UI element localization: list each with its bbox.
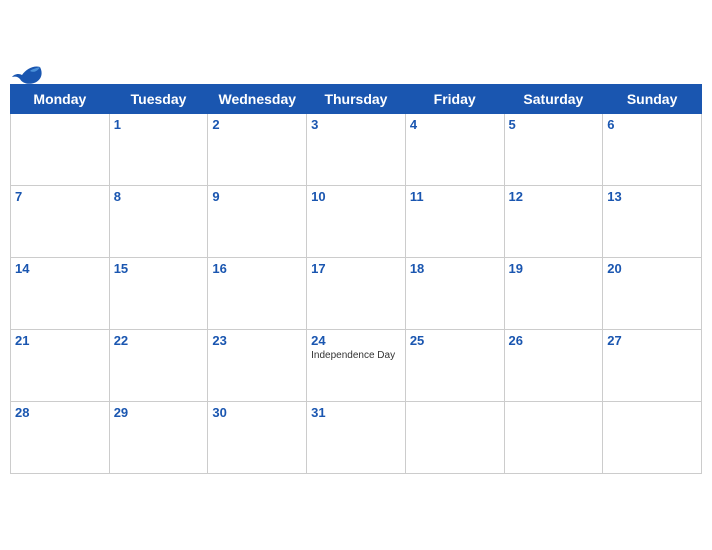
day-number: 6 [607, 117, 697, 132]
day-number: 11 [410, 189, 500, 204]
calendar-cell: 1 [109, 114, 208, 186]
week-row-2: 789 10 11 12 13 [11, 186, 702, 258]
week-row-4: 21 22 23 24 Independence Day 25 26 27 [11, 330, 702, 402]
calendar-cell: 25 [405, 330, 504, 402]
calendar-cell: 31 [307, 402, 406, 474]
day-header-monday: Monday [11, 85, 110, 114]
calendar-cell: 26 [504, 330, 603, 402]
day-header-wednesday: Wednesday [208, 85, 307, 114]
calendar-cell: 24 Independence Day [307, 330, 406, 402]
calendar-cell: 5 [504, 114, 603, 186]
calendar-cell [504, 402, 603, 474]
calendar-cell: 22 [109, 330, 208, 402]
calendar-cell: 11 [405, 186, 504, 258]
day-number: 2 [212, 117, 302, 132]
day-number: 5 [509, 117, 599, 132]
calendar-cell: 12 [504, 186, 603, 258]
calendar-cell [405, 402, 504, 474]
calendar-cell: 4 [405, 114, 504, 186]
calendar-cell: 19 [504, 258, 603, 330]
calendar-cell: 10 [307, 186, 406, 258]
day-header-tuesday: Tuesday [109, 85, 208, 114]
day-number: 19 [509, 261, 599, 276]
day-header-sunday: Sunday [603, 85, 702, 114]
calendar-cell: 23 [208, 330, 307, 402]
day-header-friday: Friday [405, 85, 504, 114]
calendar-cell: 15 [109, 258, 208, 330]
holiday-label: Independence Day [311, 350, 401, 361]
day-number: 18 [410, 261, 500, 276]
days-header-row: MondayTuesdayWednesdayThursdayFridaySatu… [11, 85, 702, 114]
day-number: 31 [311, 405, 401, 420]
day-number: 16 [212, 261, 302, 276]
calendar-cell: 2 [208, 114, 307, 186]
week-row-5: 28 29 30 31 [11, 402, 702, 474]
day-number: 23 [212, 333, 302, 348]
calendar-cell: 18 [405, 258, 504, 330]
calendar-cell: 9 [208, 186, 307, 258]
calendar-table: MondayTuesdayWednesdayThursdayFridaySatu… [10, 84, 702, 474]
day-number: 9 [212, 189, 302, 204]
day-number: 29 [114, 405, 204, 420]
calendar-cell: 14 [11, 258, 110, 330]
calendar-cell: 20 [603, 258, 702, 330]
logo-area [10, 65, 44, 87]
calendar-cell: 7 [11, 186, 110, 258]
day-number: 20 [607, 261, 697, 276]
week-row-3: 14 15 16 17 18 19 20 [11, 258, 702, 330]
calendar-cell: 3 [307, 114, 406, 186]
day-number: 26 [509, 333, 599, 348]
day-header-thursday: Thursday [307, 85, 406, 114]
day-number: 21 [15, 333, 105, 348]
day-number: 27 [607, 333, 697, 348]
day-number: 1 [114, 117, 204, 132]
calendar-cell: 30 [208, 402, 307, 474]
day-number: 3 [311, 117, 401, 132]
calendar-cell [11, 114, 110, 186]
day-header-saturday: Saturday [504, 85, 603, 114]
calendar-cell: 6 [603, 114, 702, 186]
day-number: 14 [15, 261, 105, 276]
day-number: 22 [114, 333, 204, 348]
calendar-cell: 17 [307, 258, 406, 330]
logo-bird-icon [12, 65, 44, 87]
calendar-cell: 8 [109, 186, 208, 258]
week-row-1: 123456 [11, 114, 702, 186]
calendar-cell: 21 [11, 330, 110, 402]
calendar-cell: 13 [603, 186, 702, 258]
day-number: 24 [311, 333, 401, 348]
calendar-wrapper: MondayTuesdayWednesdayThursdayFridaySatu… [0, 66, 712, 484]
day-number: 8 [114, 189, 204, 204]
day-number: 15 [114, 261, 204, 276]
calendar-cell: 27 [603, 330, 702, 402]
calendar-cell [603, 402, 702, 474]
day-number: 13 [607, 189, 697, 204]
day-number: 30 [212, 405, 302, 420]
day-number: 17 [311, 261, 401, 276]
calendar-cell: 28 [11, 402, 110, 474]
calendar-cell: 29 [109, 402, 208, 474]
day-number: 12 [509, 189, 599, 204]
calendar-cell: 16 [208, 258, 307, 330]
day-number: 25 [410, 333, 500, 348]
day-number: 28 [15, 405, 105, 420]
day-number: 10 [311, 189, 401, 204]
day-number: 4 [410, 117, 500, 132]
day-number: 7 [15, 189, 105, 204]
